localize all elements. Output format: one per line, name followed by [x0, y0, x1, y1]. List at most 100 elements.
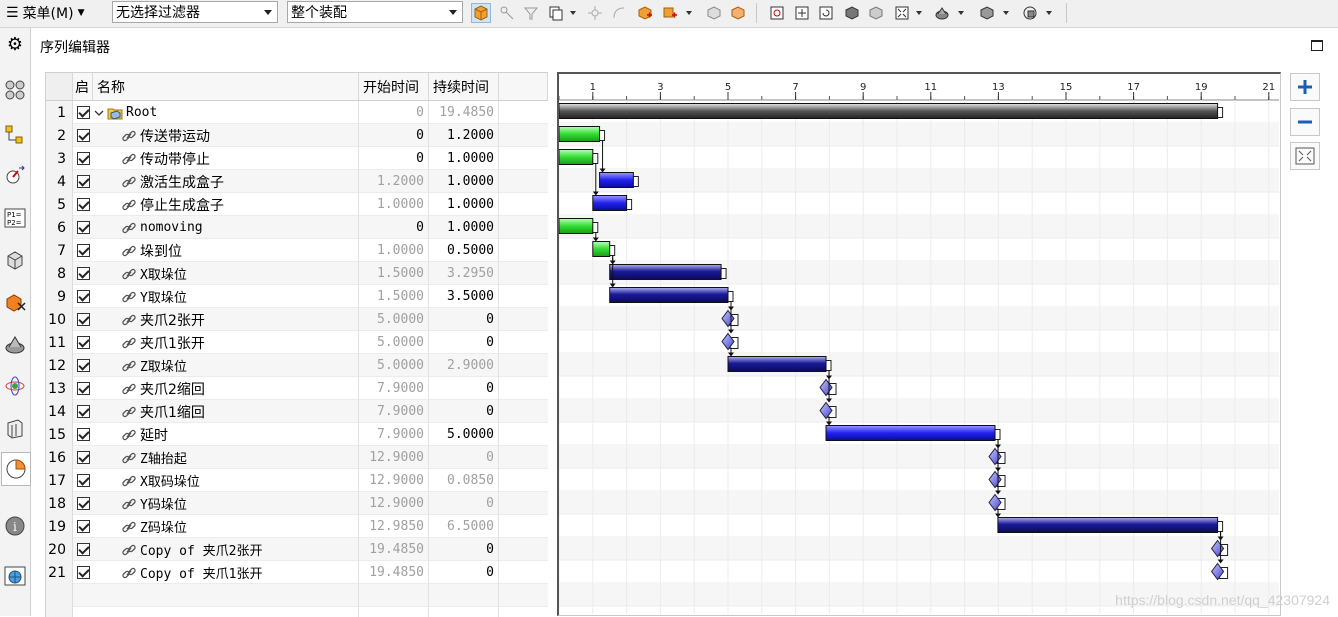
start-time[interactable]: 1.0000	[359, 193, 429, 216]
enable-checkbox[interactable]	[76, 359, 90, 372]
fit-view-icon[interactable]	[892, 3, 912, 23]
enable-checkbox[interactable]	[76, 175, 90, 188]
zoom-window-icon[interactable]	[767, 3, 787, 23]
duration[interactable]: 3.2950	[429, 262, 499, 285]
table-row[interactable]: 16 Z轴抬起 12.9000 0	[46, 446, 548, 469]
table-row[interactable]: 15 延时 7.9000 5.0000	[46, 423, 548, 446]
duration[interactable]: 0	[429, 377, 499, 400]
select-component-icon[interactable]	[471, 3, 491, 23]
duration[interactable]: 1.2000	[429, 124, 499, 147]
col-header-name[interactable]: 名称	[93, 73, 359, 101]
show-body-icon[interactable]	[704, 3, 724, 23]
enable-checkbox[interactable]	[76, 129, 90, 142]
duration[interactable]: 0	[429, 400, 499, 423]
parameter-table-icon[interactable]: P1= P2=	[3, 206, 27, 230]
table-row[interactable]: 6 nomoving 0 1.0000	[46, 216, 548, 239]
start-time[interactable]: 12.9850	[359, 515, 429, 538]
render-style-icon[interactable]	[932, 3, 952, 23]
enable-checkbox[interactable]	[76, 520, 90, 533]
view-orientation-icon[interactable]	[977, 3, 997, 23]
add-component-icon[interactable]	[635, 3, 655, 23]
enable-checkbox[interactable]	[76, 290, 90, 303]
enable-checkbox[interactable]	[76, 198, 90, 211]
chevron-down-icon[interactable]	[686, 11, 692, 15]
table-row[interactable]: 21 Copy of 夹爪1张开 19.4850 0	[46, 561, 548, 584]
table-row[interactable]: 7 垛到位 1.0000 0.5000	[46, 239, 548, 262]
start-time[interactable]: 19.4850	[359, 561, 429, 584]
maximize-icon[interactable]	[1311, 40, 1323, 51]
start-time[interactable]: 0	[359, 101, 429, 124]
chevron-down-icon[interactable]	[570, 11, 576, 15]
start-time[interactable]: 0	[359, 147, 429, 170]
gantt-chart[interactable]: 1 3 5 7 9 11 13 15 17 19 21	[557, 72, 1281, 616]
filter-feature-icon[interactable]	[521, 3, 541, 23]
settings-gear-icon[interactable]: ⚙	[3, 32, 27, 56]
fit-all-button[interactable]	[1290, 142, 1320, 170]
table-row[interactable]: 1 Root 0 19.4850	[46, 101, 548, 124]
table-row[interactable]: 4 激活生成盒子 1.2000 1.0000	[46, 170, 548, 193]
duration[interactable]: 0	[429, 308, 499, 331]
shaded-view-icon[interactable]	[842, 3, 862, 23]
duration[interactable]: 1.0000	[429, 170, 499, 193]
table-row[interactable]: 10 夹爪2张开 5.0000 0	[46, 308, 548, 331]
select-feature-icon[interactable]	[497, 3, 517, 23]
enable-checkbox[interactable]	[76, 451, 90, 464]
duration[interactable]: 0	[429, 492, 499, 515]
start-time[interactable]: 1.0000	[359, 239, 429, 262]
snap-point-icon[interactable]	[585, 3, 605, 23]
wireframe-view-icon[interactable]	[866, 3, 886, 23]
physics-component-icon[interactable]	[3, 290, 27, 314]
start-time[interactable]: 12.9000	[359, 469, 429, 492]
pan-icon[interactable]	[792, 3, 812, 23]
table-row[interactable]: 5 停止生成盒子 1.0000 1.0000	[46, 193, 548, 216]
enable-checkbox[interactable]	[76, 474, 90, 487]
start-time[interactable]: 5.0000	[359, 331, 429, 354]
table-row[interactable]: 19 Z码垛位 12.9850 6.5000	[46, 515, 548, 538]
start-time[interactable]: 12.9000	[359, 446, 429, 469]
duration[interactable]: 19.4850	[429, 101, 499, 124]
start-time[interactable]: 0	[359, 216, 429, 239]
filter-select[interactable]: 无选择过滤器	[112, 1, 278, 23]
enable-checkbox[interactable]	[76, 382, 90, 395]
enable-checkbox[interactable]	[76, 313, 90, 326]
chevron-down-icon[interactable]	[1003, 11, 1009, 15]
start-time[interactable]: 7.9000	[359, 400, 429, 423]
system-navigator-icon[interactable]	[3, 374, 27, 398]
table-row[interactable]: 11 夹爪1张开 5.0000 0	[46, 331, 548, 354]
part-icon[interactable]	[3, 248, 27, 272]
duration[interactable]: 0	[429, 446, 499, 469]
duration[interactable]: 1.0000	[429, 147, 499, 170]
table-row[interactable]: 3 传动带停止 0 1.0000	[46, 147, 548, 170]
table-row[interactable]: 2 传送带运动 0 1.2000	[46, 124, 548, 147]
start-time[interactable]: 1.5000	[359, 262, 429, 285]
start-time[interactable]: 1.5000	[359, 285, 429, 308]
sequence-editor-tab-icon[interactable]	[1, 452, 31, 486]
enable-checkbox[interactable]	[76, 543, 90, 556]
enable-checkbox[interactable]	[76, 221, 90, 234]
constraint-navigator-icon[interactable]	[3, 122, 27, 146]
chevron-down-icon[interactable]	[93, 107, 105, 119]
duration[interactable]: 0	[429, 561, 499, 584]
enable-checkbox[interactable]	[76, 267, 90, 280]
col-header-duration[interactable]: 持续时间	[429, 73, 499, 101]
assembly-select[interactable]: 整个装配	[287, 1, 463, 23]
duration[interactable]: 0.5000	[429, 239, 499, 262]
chevron-down-icon[interactable]	[958, 11, 964, 15]
duration[interactable]: 0.0850	[429, 469, 499, 492]
duration[interactable]: 5.0000	[429, 423, 499, 446]
enable-checkbox[interactable]	[76, 106, 90, 119]
enable-checkbox[interactable]	[76, 428, 90, 441]
duration[interactable]: 1.0000	[429, 216, 499, 239]
move-component-icon[interactable]	[660, 3, 680, 23]
zoom-in-button[interactable]	[1290, 73, 1320, 101]
layer-icon[interactable]	[1020, 3, 1040, 23]
chevron-down-icon[interactable]	[1046, 11, 1052, 15]
col-header-enable[interactable]: 启	[73, 73, 93, 101]
duration[interactable]: 0	[429, 331, 499, 354]
motion-navigator-icon[interactable]	[3, 164, 27, 188]
zoom-out-button[interactable]	[1290, 108, 1320, 136]
assembly-navigator-icon[interactable]	[3, 78, 27, 102]
hide-body-icon[interactable]	[728, 3, 748, 23]
enable-checkbox[interactable]	[76, 405, 90, 418]
table-row[interactable]: 18 Y码垛位 12.9000 0	[46, 492, 548, 515]
